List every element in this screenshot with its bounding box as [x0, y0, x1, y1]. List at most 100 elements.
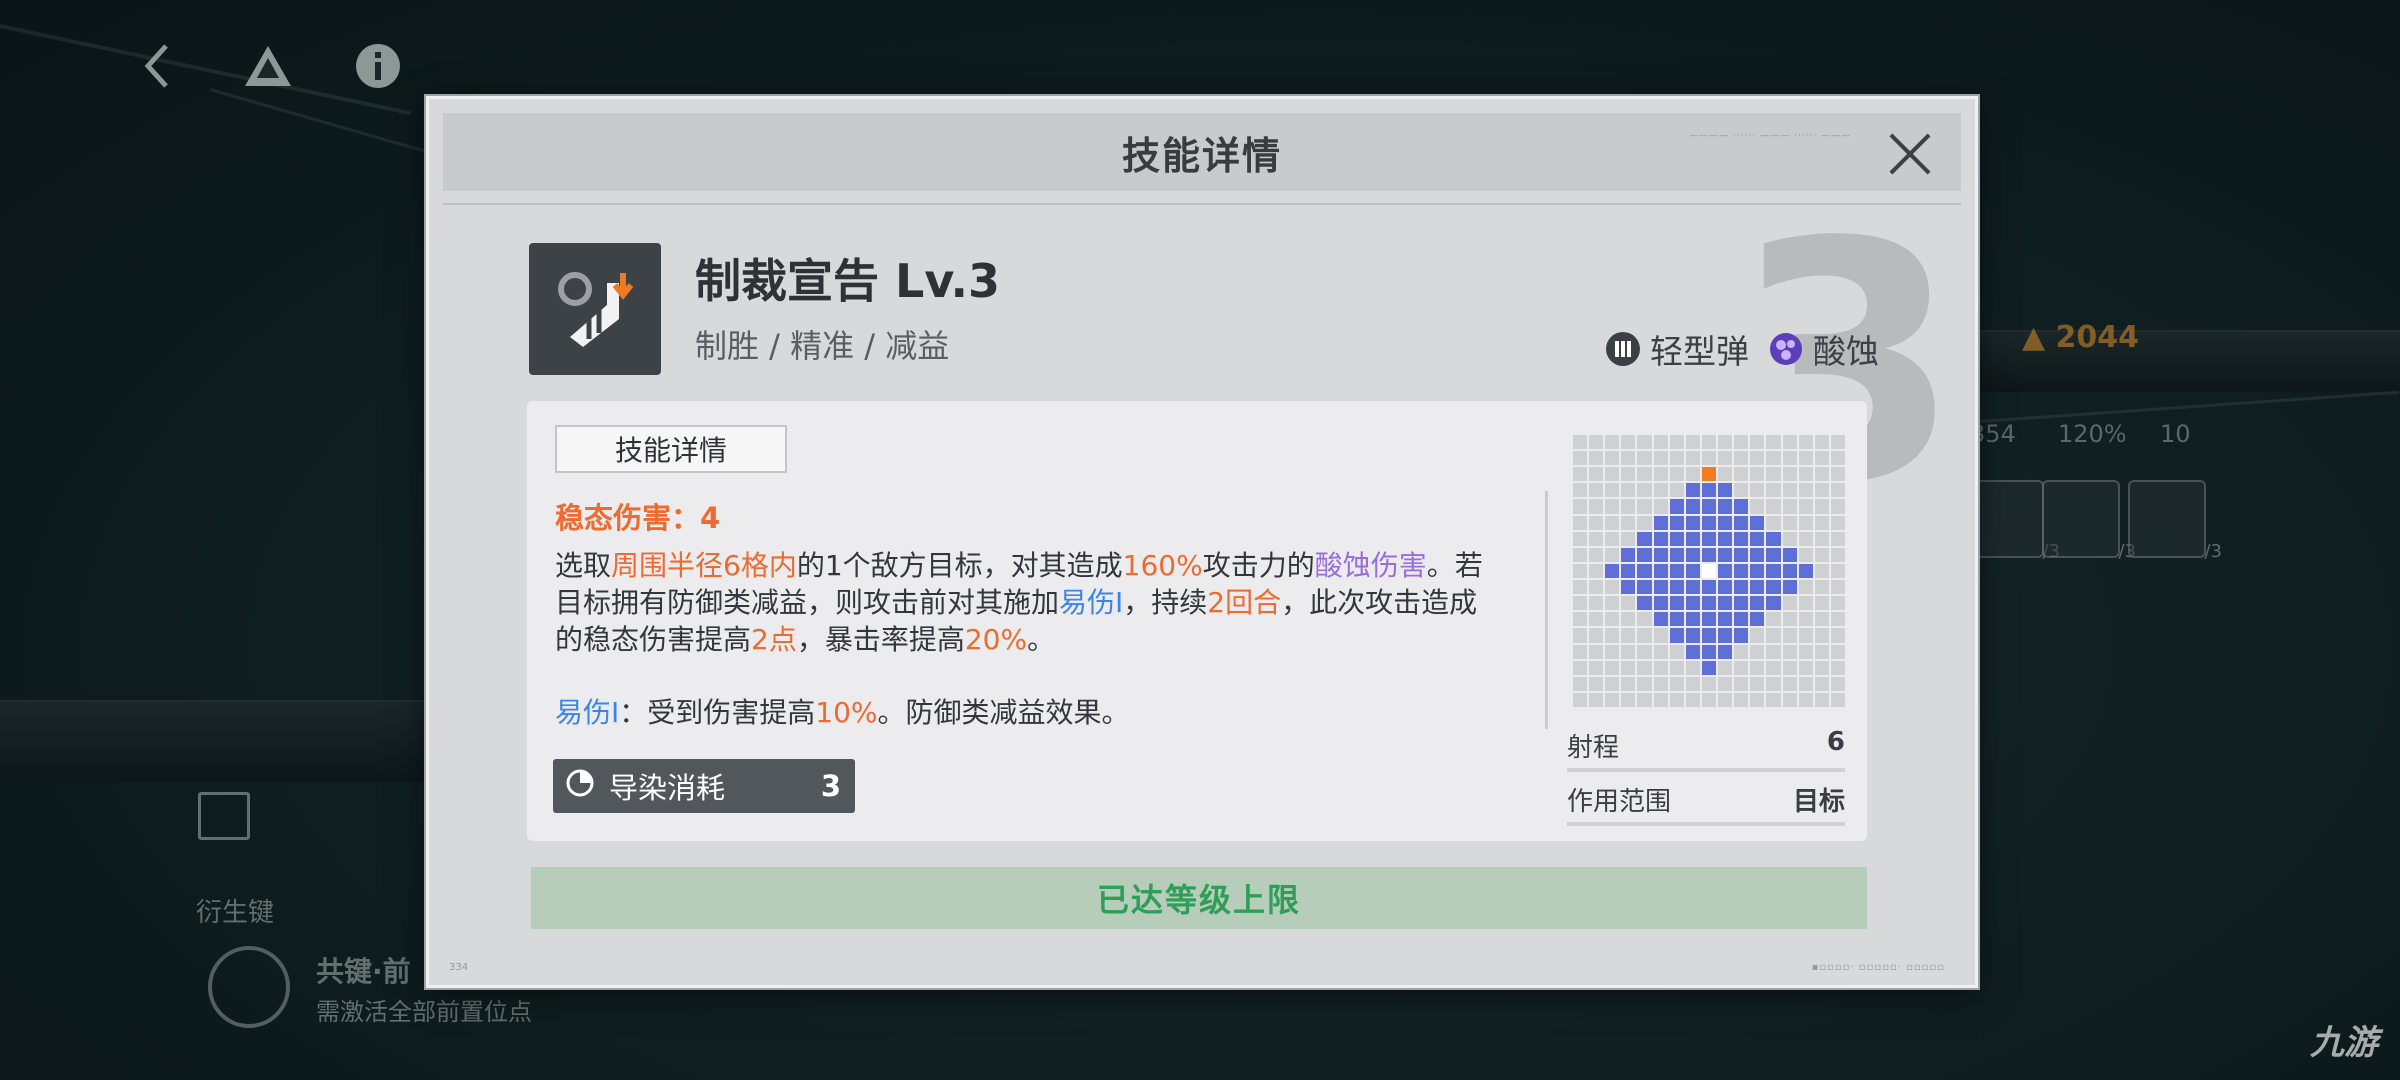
grid-cell: [1573, 596, 1588, 611]
close-icon[interactable]: [1887, 131, 1933, 177]
grid-cell: [1750, 467, 1765, 482]
grid-range-cell: [1718, 547, 1733, 562]
grid-cell: [1782, 467, 1797, 482]
grid-cell: [1669, 660, 1684, 675]
grid-cell: [1685, 692, 1700, 707]
grid-cell: [1766, 435, 1781, 450]
grid-cell: [1685, 451, 1700, 466]
grid-range-cell: [1669, 563, 1684, 578]
grid-cell: [1653, 451, 1668, 466]
grid-cell: [1782, 644, 1797, 659]
grid-cell: [1798, 628, 1813, 643]
grid-cell: [1589, 483, 1604, 498]
grid-cell: [1734, 644, 1749, 659]
sanction-declaration-skill-icon: [529, 243, 661, 375]
grid-range-cell: [1734, 563, 1749, 578]
key-hint: 需激活全部前置位点: [316, 998, 532, 1026]
acid-icon: [1769, 332, 1803, 366]
grid-cell: [1830, 515, 1845, 530]
grid-cell: [1605, 547, 1620, 562]
grid-cell: [1653, 628, 1668, 643]
grid-cell: [1669, 435, 1684, 450]
grid-cell: [1589, 531, 1604, 546]
grid-cell: [1830, 660, 1845, 675]
grid-cell: [1637, 676, 1652, 691]
grid-range-cell: [1669, 612, 1684, 627]
grid-cell: [1605, 644, 1620, 659]
grid-cell: [1798, 515, 1813, 530]
scope-stat: 作用范围 目标: [1567, 781, 1845, 826]
grid-cell: [1798, 580, 1813, 595]
grid-range-cell: [1718, 499, 1733, 514]
grid-cell: [1621, 483, 1636, 498]
grid-cell: [1621, 467, 1636, 482]
range-stat: 射程 6: [1567, 727, 1845, 772]
grid-cell: [1782, 660, 1797, 675]
key-name: 共键·前: [316, 955, 411, 988]
grid-range-cell: [1669, 515, 1684, 530]
grid-cell: [1605, 435, 1620, 450]
grid-cell: [1621, 660, 1636, 675]
grid-cell: [1782, 515, 1797, 530]
grid-cell: [1573, 660, 1588, 675]
grid-cell: [1830, 644, 1845, 659]
grid-cell: [1589, 435, 1604, 450]
grid-cell: [1782, 612, 1797, 627]
grid-cell: [1750, 644, 1765, 659]
grid-cell: [1605, 467, 1620, 482]
grid-cell: [1589, 660, 1604, 675]
grid-cell: [1621, 644, 1636, 659]
grid-range-cell: [1782, 580, 1797, 595]
grid-range-cell: [1701, 596, 1717, 611]
grid-range-cell: [1685, 628, 1700, 643]
grid-cell: [1830, 451, 1845, 466]
grid-range-cell: [1669, 580, 1684, 595]
info-icon[interactable]: [350, 38, 406, 94]
grid-cell: [1830, 563, 1845, 578]
grid-cell: [1750, 692, 1765, 707]
grid-range-cell: [1766, 563, 1781, 578]
grid-cell: [1573, 692, 1588, 707]
video-icon: [198, 792, 250, 840]
grid-range-cell: [1718, 483, 1733, 498]
grid-cell: [1573, 563, 1588, 578]
grid-cell: [1750, 660, 1765, 675]
grid-range-cell: [1701, 483, 1717, 498]
grid-cell: [1621, 676, 1636, 691]
back-icon[interactable]: [130, 38, 186, 94]
grid-range-cell: [1718, 563, 1733, 578]
grid-cell: [1814, 612, 1829, 627]
grid-cell: [1637, 467, 1652, 482]
grid-cell: [1605, 451, 1620, 466]
grid-range-cell: [1782, 547, 1797, 562]
grid-range-cell: [1653, 531, 1668, 546]
grid-range-cell: [1637, 531, 1652, 546]
grid-cell: [1798, 467, 1813, 482]
grid-range-cell: [1734, 596, 1749, 611]
tab-skill-detail[interactable]: 技能详情: [555, 425, 787, 473]
grid-range-cell: [1685, 515, 1700, 530]
grid-cell: [1621, 612, 1636, 627]
grid-cell: [1766, 499, 1781, 514]
grid-cell: [1782, 499, 1797, 514]
grid-cell: [1766, 467, 1781, 482]
grid-range-cell: [1637, 563, 1652, 578]
grid-cell: [1669, 483, 1684, 498]
resource-counter: ▲ 2044: [2022, 320, 2140, 355]
grid-range-cell: [1734, 580, 1749, 595]
grid-range-cell: [1701, 628, 1717, 643]
grid-cell: [1798, 612, 1813, 627]
grid-cell: [1814, 515, 1829, 530]
grid-cell: [1830, 692, 1845, 707]
grid-range-cell: [1653, 596, 1668, 611]
grid-cell: [1766, 515, 1781, 530]
grid-cell: [1653, 644, 1668, 659]
grid-cell: [1653, 499, 1668, 514]
grid-cell: [1814, 435, 1829, 450]
grid-range-cell: [1621, 563, 1636, 578]
grid-cell: [1718, 451, 1733, 466]
grid-range-cell: [1701, 644, 1717, 659]
grid-cell: [1621, 451, 1636, 466]
grid-range-cell: [1669, 499, 1684, 514]
triangle-logo-icon[interactable]: [240, 38, 296, 94]
